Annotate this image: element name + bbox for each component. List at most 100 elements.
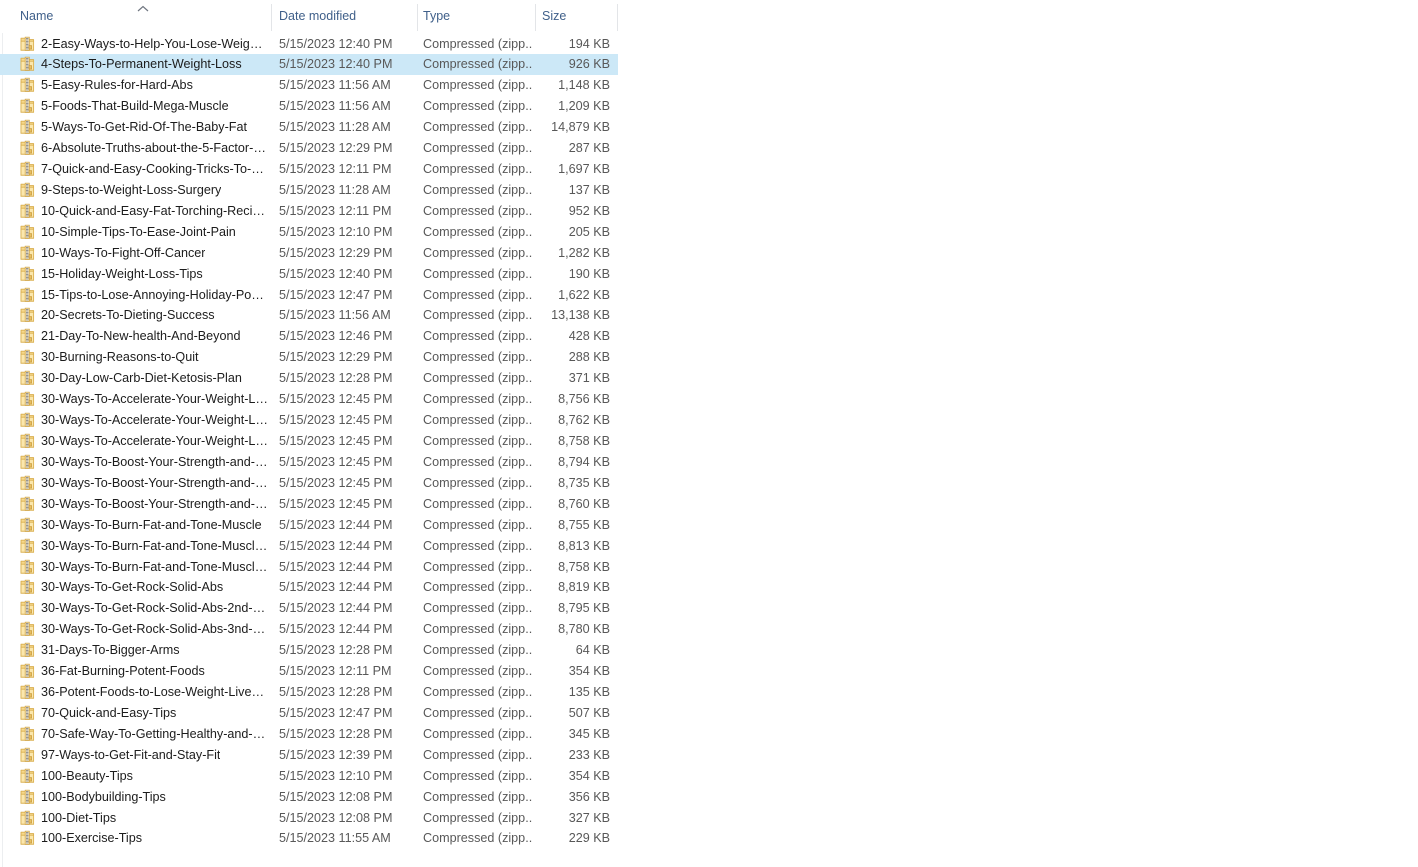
file-row[interactable]: 15-Holiday-Weight-Loss-Tips 5/15/2023 12:…: [0, 263, 618, 284]
file-type-label: Compressed (zipp...: [423, 308, 533, 323]
file-row[interactable]: 30-Ways-To-Accelerate-Your-Weight-Los...…: [0, 430, 618, 451]
file-row[interactable]: 4-Steps-To-Permanent-Weight-Loss 5/15/202…: [0, 53, 618, 75]
file-row[interactable]: 7-Quick-and-Easy-Cooking-Tricks-To-Ba...…: [0, 159, 618, 180]
file-name-cell[interactable]: 15-Holiday-Weight-Loss-Tips: [20, 263, 268, 284]
zip-file-icon: [20, 161, 35, 177]
file-name-cell[interactable]: 100-Diet-Tips: [20, 807, 268, 828]
file-row[interactable]: 30-Ways-To-Accelerate-Your-Weight-Los...…: [0, 410, 618, 431]
column-divider-4[interactable]: [617, 4, 618, 31]
file-name-cell[interactable]: 30-Ways-To-Accelerate-Your-Weight-Los...: [20, 410, 268, 431]
file-name-cell[interactable]: 30-Ways-To-Accelerate-Your-Weight-Loss: [20, 389, 268, 410]
file-name-cell[interactable]: 21-Day-To-New-health-And-Beyond: [20, 326, 268, 347]
file-size-cell: 354 KB: [520, 661, 610, 682]
column-divider-3[interactable]: [535, 4, 536, 31]
file-row[interactable]: 10-Ways-To-Fight-Off-Cancer 5/15/2023 12:…: [0, 242, 618, 263]
column-header-date-modified[interactable]: Date modified: [279, 0, 409, 33]
column-divider-2[interactable]: [417, 4, 418, 31]
file-name-cell[interactable]: 30-Ways-To-Boost-Your-Strength-and-P...: [20, 472, 268, 493]
file-row[interactable]: 6-Absolute-Truths-about-the-5-Factor-D..…: [0, 138, 618, 159]
file-row[interactable]: 30-Burning-Reasons-to-Quit 5/15/2023 12:2…: [0, 347, 618, 368]
file-name-cell[interactable]: 30-Burning-Reasons-to-Quit: [20, 347, 268, 368]
file-row[interactable]: 10-Quick-and-Easy-Fat-Torching-Recipes 5/…: [0, 200, 618, 221]
file-name-cell[interactable]: 10-Quick-and-Easy-Fat-Torching-Recipes: [20, 200, 268, 221]
file-name-cell[interactable]: 30-Ways-To-Boost-Your-Strength-and-P...: [20, 451, 268, 472]
file-row[interactable]: 97-Ways-to-Get-Fit-and-Stay-Fit 5/15/2023…: [0, 744, 618, 765]
file-row[interactable]: 5-Foods-That-Build-Mega-Muscle 5/15/2023 …: [0, 96, 618, 117]
file-name-cell[interactable]: 30-Ways-To-Burn-Fat-and-Tone-Muscle-...: [20, 556, 268, 577]
file-name-cell[interactable]: 4-Steps-To-Permanent-Weight-Loss: [20, 54, 268, 75]
column-divider-1[interactable]: [271, 4, 272, 31]
file-size-cell: 926 KB: [520, 54, 610, 75]
file-row[interactable]: 30-Day-Low-Carb-Diet-Ketosis-Plan 5/15/20…: [0, 368, 618, 389]
file-row[interactable]: 100-Exercise-Tips 5/15/2023 11:55 AM Compr…: [0, 828, 618, 849]
file-row[interactable]: 30-Ways-To-Boost-Your-Strength-and-P... 5…: [0, 493, 618, 514]
column-header-type[interactable]: Type: [423, 0, 529, 33]
file-row[interactable]: 2-Easy-Ways-to-Help-You-Lose-Weight-... 5…: [0, 33, 618, 54]
file-row[interactable]: 36-Fat-Burning-Potent-Foods 5/15/2023 12:…: [0, 661, 618, 682]
column-header-size[interactable]: Size: [542, 0, 612, 33]
file-name-cell[interactable]: 30-Day-Low-Carb-Diet-Ketosis-Plan: [20, 368, 268, 389]
file-row[interactable]: 30-Ways-To-Boost-Your-Strength-and-P... 5…: [0, 472, 618, 493]
file-size-cell: 1,209 KB: [520, 96, 610, 117]
file-row[interactable]: 30-Ways-To-Burn-Fat-and-Tone-Muscle-... 5…: [0, 535, 618, 556]
file-type-label: Compressed (zipp...: [423, 726, 533, 741]
file-row[interactable]: 10-Simple-Tips-To-Ease-Joint-Pain 5/15/20…: [0, 221, 618, 242]
file-name-cell[interactable]: 70-Quick-and-Easy-Tips: [20, 702, 268, 723]
file-name-cell[interactable]: 5-Easy-Rules-for-Hard-Abs: [20, 75, 268, 96]
file-name-label: 7-Quick-and-Easy-Cooking-Tricks-To-Ba...: [41, 162, 268, 177]
file-name-cell[interactable]: 15-Tips-to-Lose-Annoying-Holiday-Pou...: [20, 284, 268, 305]
file-name-cell[interactable]: 30-Ways-To-Burn-Fat-and-Tone-Muscle-...: [20, 535, 268, 556]
file-name-cell[interactable]: 100-Exercise-Tips: [20, 828, 268, 849]
file-row[interactable]: 5-Ways-To-Get-Rid-Of-The-Baby-Fat 5/15/20…: [0, 117, 618, 138]
file-name-label: 9-Steps-to-Weight-Loss-Surgery: [41, 182, 222, 197]
file-row[interactable]: 30-Ways-To-Burn-Fat-and-Tone-Muscle-... 5…: [0, 556, 618, 577]
file-name-cell[interactable]: 10-Simple-Tips-To-Ease-Joint-Pain: [20, 221, 268, 242]
file-name-cell[interactable]: 100-Beauty-Tips: [20, 765, 268, 786]
file-name-cell[interactable]: 9-Steps-to-Weight-Loss-Surgery: [20, 179, 268, 200]
file-type-cell: Compressed (zipp...: [423, 96, 533, 117]
file-row[interactable]: 30-Ways-To-Burn-Fat-and-Tone-Muscle 5/15/…: [0, 514, 618, 535]
file-row[interactable]: 30-Ways-To-Get-Rock-Solid-Abs-2nd-Ed... 5…: [0, 598, 618, 619]
file-name-cell[interactable]: 5-Ways-To-Get-Rid-Of-The-Baby-Fat: [20, 117, 268, 138]
file-size-cell: 233 KB: [520, 744, 610, 765]
file-name-cell[interactable]: 97-Ways-to-Get-Fit-and-Stay-Fit: [20, 744, 268, 765]
file-name-cell[interactable]: 36-Fat-Burning-Potent-Foods: [20, 661, 268, 682]
file-name-cell[interactable]: 10-Ways-To-Fight-Off-Cancer: [20, 242, 268, 263]
file-row[interactable]: 30-Ways-To-Boost-Your-Strength-and-P... 5…: [0, 451, 618, 472]
file-row[interactable]: 70-Safe-Way-To-Getting-Healthy-and-St...…: [0, 723, 618, 744]
file-type-label: Compressed (zipp...: [423, 747, 533, 762]
file-row[interactable]: 20-Secrets-To-Dieting-Success 5/15/2023 1…: [0, 305, 618, 326]
column-header-name[interactable]: Name: [20, 0, 260, 33]
file-name-cell[interactable]: 5-Foods-That-Build-Mega-Muscle: [20, 96, 268, 117]
file-row[interactable]: 36-Potent-Foods-to-Lose-Weight-Live-H...…: [0, 682, 618, 703]
file-name-cell[interactable]: 100-Bodybuilding-Tips: [20, 786, 268, 807]
file-name-cell[interactable]: 30-Ways-To-Accelerate-Your-Weight-Los...: [20, 430, 268, 451]
file-name-cell[interactable]: 70-Safe-Way-To-Getting-Healthy-and-St...: [20, 723, 268, 744]
file-name-cell[interactable]: 30-Ways-To-Get-Rock-Solid-Abs-2nd-Ed...: [20, 598, 268, 619]
file-name-cell[interactable]: 30-Ways-To-Get-Rock-Solid-Abs-3nd-Ed...: [20, 619, 268, 640]
file-size-label: 952 KB: [568, 203, 610, 218]
file-row[interactable]: 70-Quick-and-Easy-Tips 5/15/2023 12:47 PM…: [0, 702, 618, 723]
file-name-cell[interactable]: 6-Absolute-Truths-about-the-5-Factor-D..…: [20, 138, 268, 159]
file-name-cell[interactable]: 2-Easy-Ways-to-Help-You-Lose-Weight-...: [20, 33, 268, 54]
file-name-cell[interactable]: 30-Ways-To-Burn-Fat-and-Tone-Muscle: [20, 514, 268, 535]
file-row[interactable]: 31-Days-To-Bigger-Arms 5/15/2023 12:28 PM…: [0, 640, 618, 661]
file-row[interactable]: 15-Tips-to-Lose-Annoying-Holiday-Pou... 5…: [0, 284, 618, 305]
file-name-cell[interactable]: 30-Ways-To-Boost-Your-Strength-and-P...: [20, 493, 268, 514]
file-row[interactable]: 30-Ways-To-Get-Rock-Solid-Abs 5/15/2023 1…: [0, 577, 618, 598]
file-row[interactable]: 30-Ways-To-Accelerate-Your-Weight-Loss 5/…: [0, 389, 618, 410]
file-name-cell[interactable]: 20-Secrets-To-Dieting-Success: [20, 305, 268, 326]
file-name-cell[interactable]: 30-Ways-To-Get-Rock-Solid-Abs: [20, 577, 268, 598]
file-name-cell[interactable]: 36-Potent-Foods-to-Lose-Weight-Live-H...: [20, 682, 268, 703]
file-name-cell[interactable]: 7-Quick-and-Easy-Cooking-Tricks-To-Ba...: [20, 159, 268, 180]
file-row[interactable]: 100-Beauty-Tips 5/15/2023 12:10 PM Compres…: [0, 765, 618, 786]
file-row[interactable]: 30-Ways-To-Get-Rock-Solid-Abs-3nd-Ed... 5…: [0, 619, 618, 640]
file-row[interactable]: 100-Diet-Tips 5/15/2023 12:08 PM Compresse…: [0, 807, 618, 828]
file-name-label: 30-Ways-To-Accelerate-Your-Weight-Loss: [41, 392, 268, 407]
file-row[interactable]: 100-Bodybuilding-Tips 5/15/2023 12:08 PM C…: [0, 786, 618, 807]
file-name-cell[interactable]: 31-Days-To-Bigger-Arms: [20, 640, 268, 661]
file-row[interactable]: 21-Day-To-New-health-And-Beyond 5/15/2023…: [0, 326, 618, 347]
file-name-label: 10-Simple-Tips-To-Ease-Joint-Pain: [41, 224, 236, 239]
file-row[interactable]: 9-Steps-to-Weight-Loss-Surgery 5/15/2023 …: [0, 179, 618, 200]
file-row[interactable]: 5-Easy-Rules-for-Hard-Abs 5/15/2023 11:56…: [0, 75, 618, 96]
